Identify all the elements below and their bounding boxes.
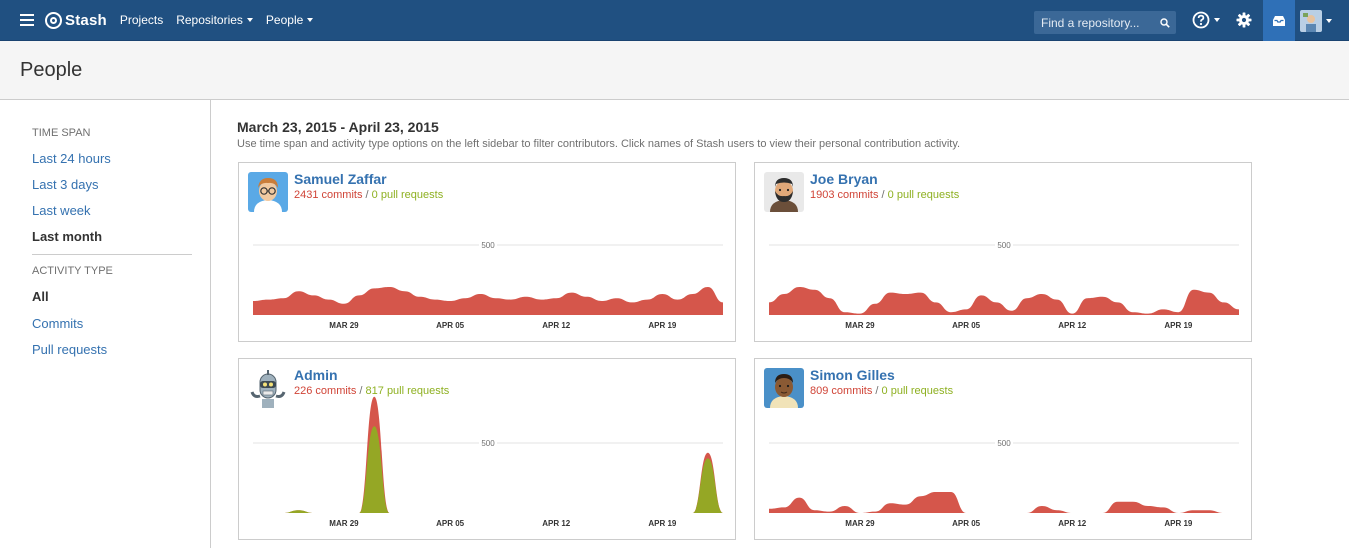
chevron-down-icon (307, 18, 314, 22)
page-title: People (20, 59, 83, 81)
nav-projects[interactable]: Projects (120, 13, 163, 27)
x-tick-label: MAR 29 (329, 321, 359, 330)
nav-repositories-label: Repositories (176, 13, 243, 27)
x-tick-label: MAR 29 (845, 321, 875, 330)
sidebar: TIME SPAN Last 24 hours Last 3 days Last… (0, 100, 211, 548)
x-tick-label: APR 19 (1164, 321, 1193, 330)
series-area (253, 287, 723, 315)
nav-people-label: People (265, 13, 304, 27)
chevron-down-icon (1326, 19, 1332, 23)
sidebar-item-all[interactable]: All (32, 289, 49, 304)
contributor-card: Simon Gilles 809 commits / 0 pull reques… (754, 358, 1252, 540)
activity-chart: 500 MAR 29 APR 05 APR 12 APR 19 (253, 240, 723, 330)
user-menu[interactable] (1300, 10, 1332, 32)
help-text: Use time span and activity type options … (237, 138, 961, 150)
x-tick-label: APR 05 (436, 321, 465, 330)
user-avatar (1300, 10, 1322, 32)
gear-icon (1236, 12, 1252, 28)
contributor-card: Admin 226 commits / 817 pull requests 50… (238, 358, 736, 540)
activity-chart: 500 MAR 29 APR 05 APR 12 APR 19 (253, 396, 723, 528)
settings-button[interactable] (1236, 10, 1252, 30)
stash-logo[interactable]: Stash (45, 11, 107, 29)
x-tick-label: APR 05 (436, 519, 465, 528)
nav-people[interactable]: People (265, 13, 314, 27)
sidebar-divider (32, 254, 192, 255)
activity-chart: 500 MAR 29 APR 05 APR 12 APR 19 (769, 438, 1239, 528)
x-tick-label: APR 12 (1058, 321, 1087, 330)
activity-chart: 500 MAR 29 APR 05 APR 12 APR 19 (769, 240, 1239, 330)
nav-projects-label: Projects (119, 13, 164, 27)
contributor-card: Samuel Zaffar 2431 commits / 0 pull requ… (238, 162, 736, 342)
sidebar-item-last-month[interactable]: Last month (32, 229, 102, 244)
x-tick-label: APR 05 (952, 519, 981, 528)
x-tick-label: MAR 29 (329, 519, 359, 528)
gridline-label: 500 (997, 439, 1011, 448)
chevron-down-icon (246, 18, 253, 22)
x-tick-label: APR 12 (1058, 519, 1087, 528)
x-tick-label: APR 12 (542, 519, 571, 528)
sidebar-item-last-24-hours[interactable]: Last 24 hours (32, 151, 111, 166)
date-range: March 23, 2015 - April 23, 2015 (237, 119, 439, 135)
page-header: People (0, 41, 1349, 100)
sidebar-item-commits[interactable]: Commits (32, 316, 83, 331)
search-placeholder: Find a repository... (1041, 15, 1140, 30)
help-icon (1192, 11, 1210, 29)
inbox-icon (1273, 15, 1285, 26)
sidebar-item-last-week[interactable]: Last week (32, 203, 91, 218)
nav-repositories[interactable]: Repositories (176, 13, 253, 27)
inbox-button[interactable] (1263, 0, 1295, 41)
x-tick-label: APR 12 (542, 321, 571, 330)
sidebar-item-pull-requests[interactable]: Pull requests (32, 342, 107, 357)
series-area (253, 396, 723, 513)
x-tick-label: APR 19 (648, 321, 677, 330)
x-tick-label: APR 19 (1164, 519, 1193, 528)
stash-logo-icon (45, 11, 62, 29)
x-tick-label: APR 05 (952, 321, 981, 330)
gridline-label: 500 (481, 439, 495, 448)
menu-icon[interactable] (20, 14, 34, 26)
chevron-down-icon (1214, 18, 1220, 22)
search-icon (1160, 17, 1170, 28)
time-span-heading: TIME SPAN (32, 127, 91, 139)
contributor-card: Joe Bryan 1903 commits / 0 pull requests… (754, 162, 1252, 342)
help-menu[interactable] (1192, 10, 1220, 30)
activity-type-heading: ACTIVITY TYPE (32, 265, 113, 277)
gridline-label: 500 (997, 241, 1011, 250)
top-nav: Stash Projects Repositories People Find … (0, 0, 1349, 41)
search-input[interactable]: Find a repository... (1034, 11, 1176, 34)
sidebar-item-last-3-days[interactable]: Last 3 days (32, 177, 99, 192)
x-tick-label: APR 19 (648, 519, 677, 528)
gridline-label: 500 (481, 241, 495, 250)
series-area (769, 287, 1239, 315)
series-area (769, 492, 1239, 513)
logo-text: Stash (65, 11, 107, 29)
x-tick-label: MAR 29 (845, 519, 875, 528)
